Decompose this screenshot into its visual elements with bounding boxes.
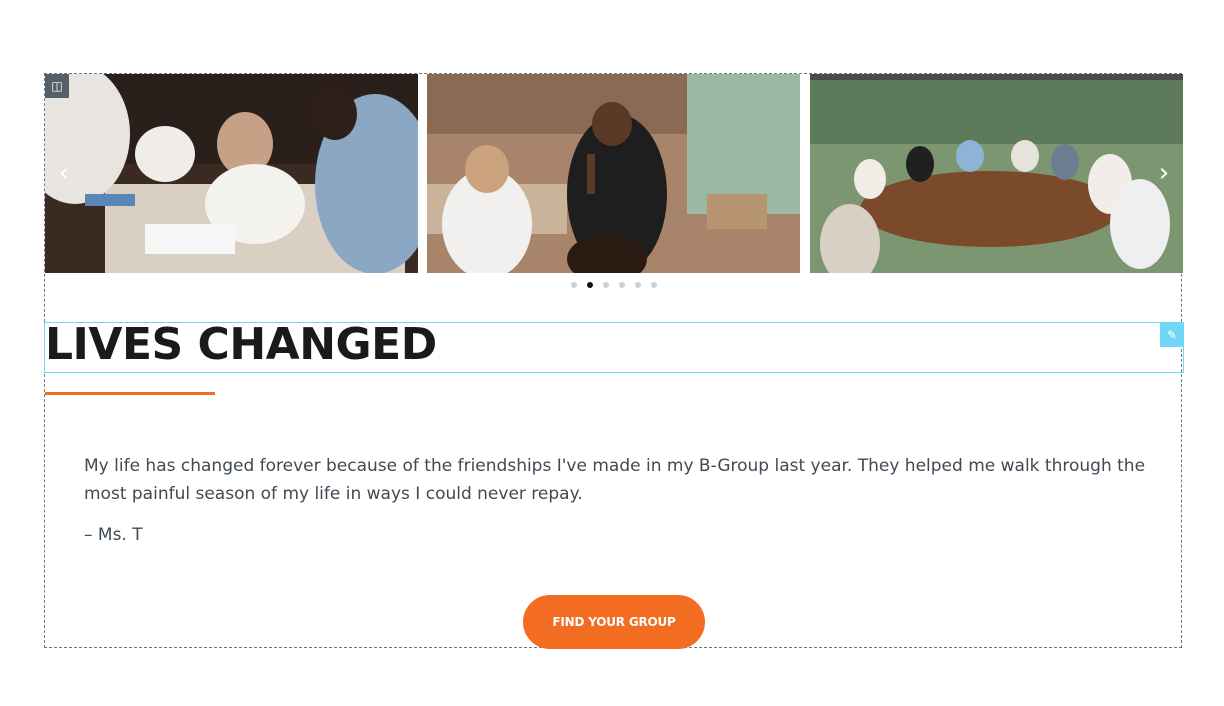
carousel-slide[interactable] <box>45 74 418 273</box>
testimonial-author: – Ms. T <box>84 525 143 545</box>
carousel-dot[interactable] <box>651 282 657 288</box>
carousel-dot[interactable] <box>603 282 609 288</box>
carousel-dot[interactable] <box>619 282 625 288</box>
slide-photo <box>45 74 418 273</box>
carousel-pagination <box>45 282 1183 292</box>
heading-divider <box>45 392 215 395</box>
find-your-group-button[interactable]: FIND YOUR GROUP <box>523 595 705 649</box>
carousel-dot[interactable] <box>635 282 641 288</box>
chevron-left-icon[interactable]: ‹ <box>53 160 75 186</box>
testimonial-section: ◫ ‹ › LIVES CHANGED ✎ My life has change… <box>44 73 1184 649</box>
pencil-icon[interactable]: ✎ <box>1160 323 1184 347</box>
page-title: LIVES CHANGED <box>45 319 437 370</box>
column-handle-icon[interactable]: ◫ <box>45 74 69 98</box>
heading-widget[interactable]: LIVES CHANGED ✎ <box>44 319 1184 373</box>
slide-photo <box>810 74 1183 273</box>
carousel-slide[interactable] <box>427 74 800 273</box>
slide-photo <box>427 74 800 273</box>
image-carousel[interactable]: ◫ ‹ › <box>45 74 1183 273</box>
carousel-slide[interactable] <box>810 74 1183 273</box>
carousel-dot[interactable] <box>571 282 577 288</box>
chevron-right-icon[interactable]: › <box>1153 160 1175 186</box>
testimonial-quote: My life has changed forever because of t… <box>84 456 1146 504</box>
carousel-dot[interactable] <box>587 282 593 288</box>
